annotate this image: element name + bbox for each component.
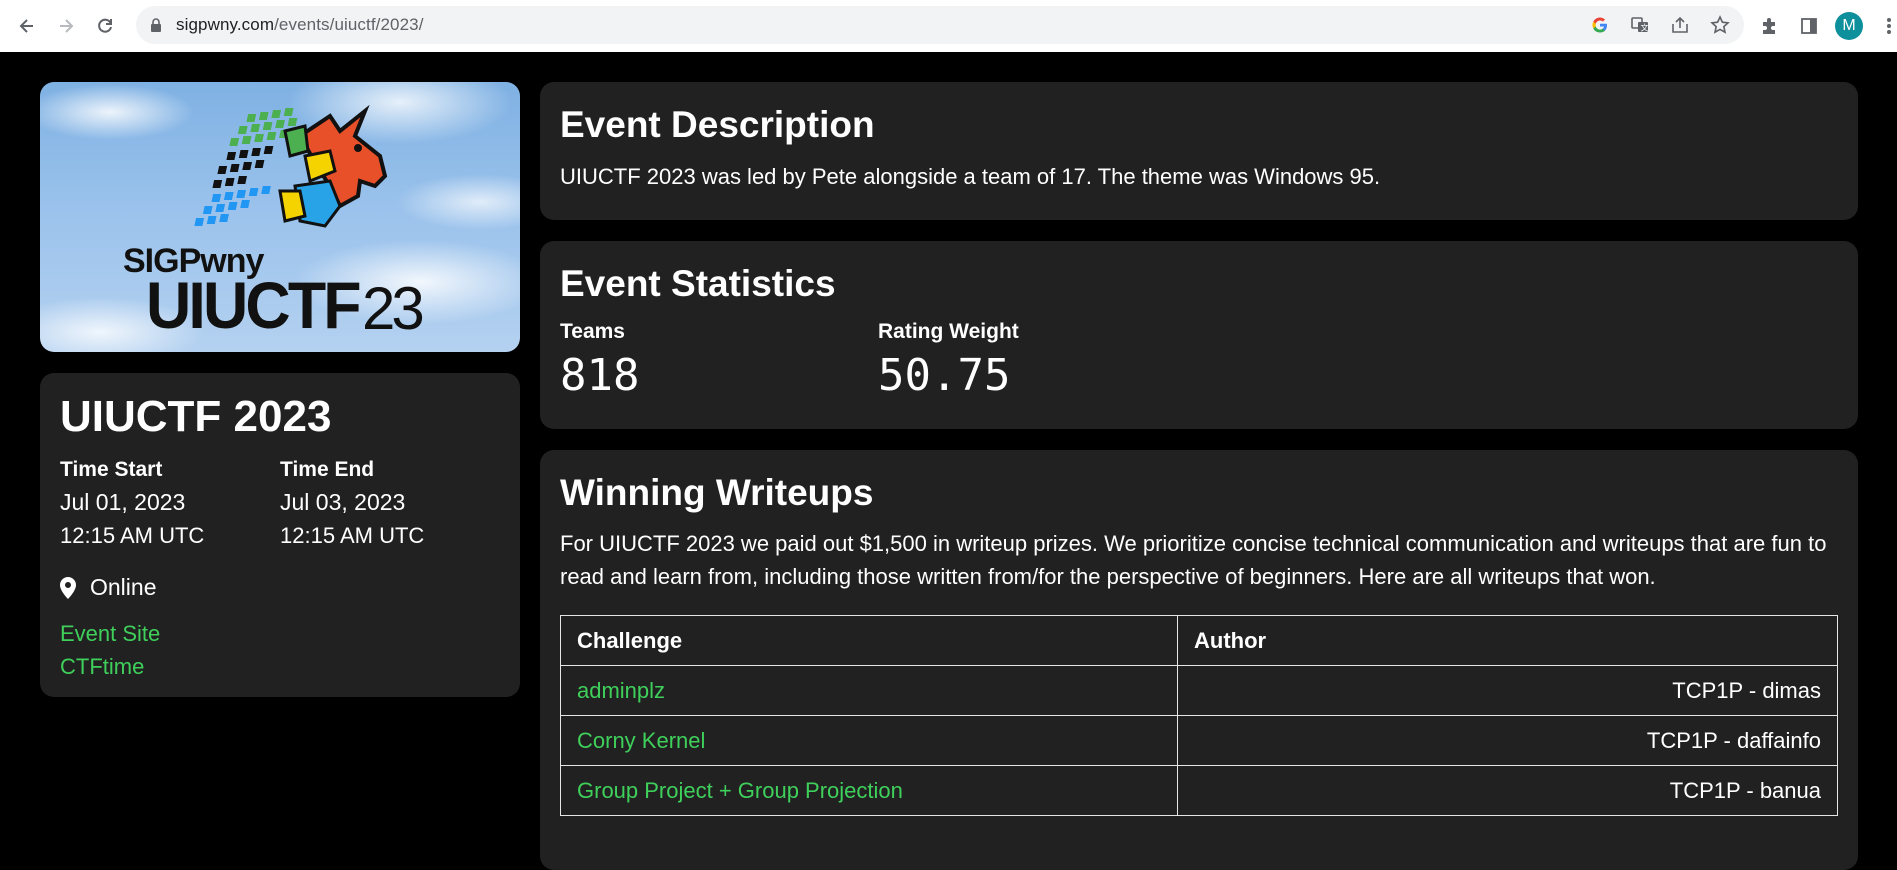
teams-value: 818 <box>560 350 640 401</box>
time-start-label: Time Start <box>60 458 163 481</box>
time-start-time: 12:15 AM UTC <box>60 523 205 549</box>
rating-weight-label: Rating Weight <box>878 320 1019 343</box>
writeups-table: Challenge Author adminplz TCP1P - dimas … <box>560 615 1838 816</box>
bookmark-star-icon[interactable] <box>1708 13 1732 37</box>
table-header-row: Challenge Author <box>560 615 1838 666</box>
event-info-card: UIUCTF 2023 Time Start Jul 01, 2023 12:1… <box>40 373 520 697</box>
teams-stat: Teams 818 <box>560 320 878 401</box>
rating-weight-stat: Rating Weight 50.75 <box>878 320 1196 401</box>
ctftime-link[interactable]: CTFtime <box>60 650 500 683</box>
column-header-author: Author <box>1177 615 1838 666</box>
challenge-link[interactable]: Corny Kernel <box>560 715 1178 766</box>
table-row: adminplz TCP1P - dimas <box>560 665 1838 716</box>
author-cell: TCP1P - dimas <box>1177 665 1838 716</box>
event-links: Event Site CTFtime <box>60 617 500 683</box>
event-description-card: Event Description UIUCTF 2023 was led by… <box>540 82 1858 220</box>
description-text: UIUCTF 2023 was led by Pete alongside a … <box>560 164 1381 189</box>
time-end-label: Time End <box>280 458 375 481</box>
url-text: sigpwny.com/events/uiuctf/2023/ <box>176 15 424 34</box>
unicorn-logo-icon <box>194 104 388 228</box>
more-menu-icon[interactable] <box>1875 12 1897 40</box>
writeups-intro: For UIUCTF 2023 we paid out $1,500 in wr… <box>560 531 1827 589</box>
share-icon[interactable] <box>1668 13 1692 37</box>
author-cell: TCP1P - daffainfo <box>1177 715 1838 766</box>
side-panel-icon[interactable] <box>1795 12 1823 40</box>
browser-toolbar: sigpwny.com/events/uiuctf/2023/ 文 M <box>0 0 1897 52</box>
description-heading: Event Description <box>560 104 875 145</box>
winning-writeups-card: Winning Writeups For UIUCTF 2023 we paid… <box>540 450 1858 870</box>
time-end-date: Jul 03, 2023 <box>280 489 406 516</box>
lock-icon <box>151 18 161 32</box>
table-row: Group Project + Group Projection TCP1P -… <box>560 765 1838 816</box>
writeups-heading: Winning Writeups <box>560 472 874 513</box>
event-statistics-card: Event Statistics Teams 818 Rating Weight… <box>540 241 1858 429</box>
translate-icon[interactable]: 文 <box>1628 13 1652 37</box>
time-end: Time End Jul 03, 2023 12:15 AM UTC <box>280 457 500 552</box>
challenge-link[interactable]: adminplz <box>560 665 1178 716</box>
back-icon[interactable] <box>12 11 42 41</box>
address-bar[interactable]: sigpwny.com/events/uiuctf/2023/ 文 <box>136 6 1744 44</box>
svg-text:文: 文 <box>1641 23 1649 33</box>
profile-avatar[interactable]: M <box>1835 12 1863 40</box>
challenge-link[interactable]: Group Project + Group Projection <box>560 765 1178 816</box>
event-location: Online <box>60 574 500 601</box>
time-start: Time Start Jul 01, 2023 12:15 AM UTC <box>60 457 280 552</box>
table-row: Corny Kernel TCP1P - daffainfo <box>560 715 1838 766</box>
teams-label: Teams <box>560 320 625 343</box>
rating-weight-value: 50.75 <box>878 350 1011 401</box>
location-text: Online <box>90 574 157 601</box>
event-logo: SIGPwny UIUCTF 23 <box>40 82 520 352</box>
location-pin-icon <box>60 576 76 599</box>
forward-icon[interactable] <box>51 11 81 41</box>
google-icon[interactable] <box>1588 13 1612 37</box>
reload-icon[interactable] <box>90 11 120 41</box>
event-title: UIUCTF 2023 <box>60 392 332 441</box>
time-end-time: 12:15 AM UTC <box>280 523 425 549</box>
statistics-heading: Event Statistics <box>560 263 836 304</box>
column-header-challenge: Challenge <box>560 615 1178 666</box>
event-times: Time Start Jul 01, 2023 12:15 AM UTC Tim… <box>60 457 500 552</box>
logo-name-text: UIUCTF <box>146 268 362 342</box>
extensions-icon[interactable] <box>1755 12 1783 40</box>
logo-year-text: 23 <box>362 275 425 342</box>
event-site-link[interactable]: Event Site <box>60 617 500 650</box>
time-start-date: Jul 01, 2023 <box>60 489 186 516</box>
author-cell: TCP1P - banua <box>1177 765 1838 816</box>
